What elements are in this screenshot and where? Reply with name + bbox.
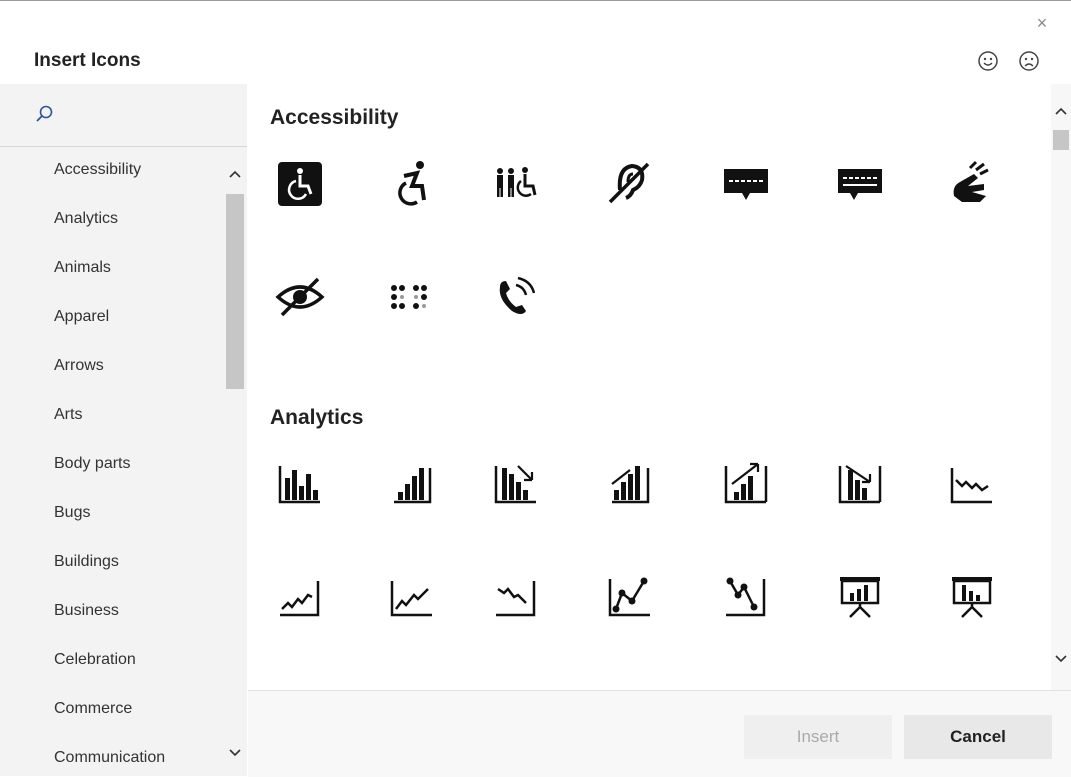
icon-gallery: Accessibility Analytics — [248, 84, 1051, 690]
search-bar — [0, 84, 247, 147]
bar-chart-ascending-steps-icon[interactable] — [602, 456, 658, 512]
category-item-accessibility[interactable]: Accessibility — [54, 161, 141, 179]
category-item-celebration[interactable]: Celebration — [54, 651, 136, 669]
family-accessible-icon[interactable] — [488, 156, 544, 212]
category-item-buildings[interactable]: Buildings — [54, 553, 119, 571]
bar-chart-ascending-icon[interactable] — [384, 456, 440, 512]
close-icon[interactable]: × — [1033, 14, 1051, 32]
section-title-analytics: Analytics — [270, 406, 364, 429]
category-item-animals[interactable]: Animals — [54, 259, 111, 277]
visually-impaired-icon[interactable] — [272, 269, 328, 325]
captioning-icon[interactable] — [832, 156, 888, 212]
section-title-accessibility: Accessibility — [270, 106, 399, 129]
category-item-communication[interactable]: Communication — [54, 749, 165, 767]
active-wheelchair-icon[interactable] — [384, 156, 440, 212]
dialog-top-border — [0, 0, 1071, 1]
category-scrollbar[interactable] — [224, 147, 246, 776]
line-chart-downward-icon[interactable] — [944, 456, 1000, 512]
search-icon — [34, 104, 54, 124]
category-item-apparel[interactable]: Apparel — [54, 308, 109, 326]
smile-icon[interactable] — [977, 50, 999, 72]
braille-icon[interactable] — [384, 269, 440, 325]
dialog-footer: Insert Cancel — [248, 690, 1071, 777]
line-chart-downward-trend-icon[interactable] — [488, 569, 544, 625]
category-item-body-parts[interactable]: Body parts — [54, 455, 130, 473]
bar-chart-icon[interactable] — [272, 456, 328, 512]
hearing-impaired-icon[interactable] — [602, 156, 658, 212]
search-input[interactable] — [62, 100, 236, 130]
closed-captioning-icon[interactable] — [718, 156, 774, 212]
category-item-bugs[interactable]: Bugs — [54, 504, 90, 522]
category-item-arts[interactable]: Arts — [54, 406, 82, 424]
gallery-scroll-down-icon[interactable] — [1054, 654, 1068, 664]
cancel-button[interactable]: Cancel — [904, 715, 1052, 759]
category-item-business[interactable]: Business — [54, 602, 119, 620]
presentation-bar-chart-icon[interactable] — [832, 569, 888, 625]
line-chart-points-down-icon[interactable] — [718, 569, 774, 625]
gallery-scroll-thumb[interactable] — [1053, 130, 1069, 150]
dialog-title: Insert Icons — [34, 50, 141, 71]
scroll-up-icon[interactable] — [228, 169, 242, 179]
line-chart-upward-icon[interactable] — [272, 569, 328, 625]
telephone-volume-icon[interactable] — [488, 269, 544, 325]
category-item-arrows[interactable]: Arrows — [54, 357, 104, 375]
category-scroll-thumb[interactable] — [226, 194, 244, 389]
line-chart-points-up-icon[interactable] — [602, 569, 658, 625]
gallery-scroll-up-icon[interactable] — [1054, 106, 1068, 116]
scroll-down-icon[interactable] — [228, 748, 242, 758]
wheelchair-sign-icon[interactable] — [272, 156, 328, 212]
presentation-chart-icon[interactable] — [944, 569, 1000, 625]
frown-icon[interactable] — [1018, 50, 1040, 72]
bar-chart-descending-icon[interactable] — [488, 456, 544, 512]
insert-button[interactable]: Insert — [744, 715, 892, 759]
category-item-commerce[interactable]: Commerce — [54, 700, 132, 718]
bar-chart-up-arrow-icon[interactable] — [718, 456, 774, 512]
category-pane: Accessibility Analytics Animals Apparel Arro… — [0, 84, 247, 776]
category-list: Accessibility Analytics Animals Apparel Arro… — [0, 147, 223, 776]
sign-language-icon[interactable] — [944, 156, 1000, 212]
gallery-scrollbar[interactable] — [1051, 84, 1071, 690]
line-chart-upward-trend-icon[interactable] — [384, 569, 440, 625]
bar-chart-down-arrow-icon[interactable] — [832, 456, 888, 512]
category-item-analytics[interactable]: Analytics — [54, 210, 118, 228]
